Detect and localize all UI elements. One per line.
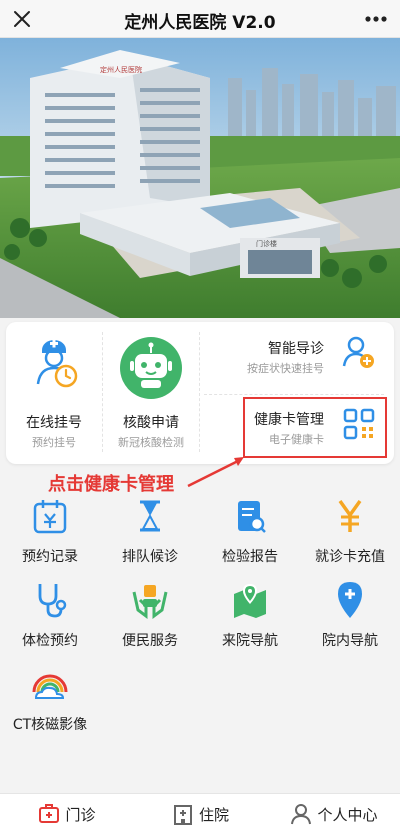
service-label: 排队候诊 — [122, 549, 178, 565]
annotation-text: 点击健康卡管理 — [48, 474, 174, 495]
location-plus-icon — [338, 582, 362, 618]
stethoscope-icon — [38, 584, 67, 618]
hospital-icon — [173, 805, 192, 825]
smart-guide-sub: 按症状快速挂号 — [247, 362, 324, 375]
pointer-arrow-icon — [187, 457, 244, 488]
service-checkup[interactable]: 体检预约 — [0, 580, 100, 650]
top-bar: 定州人民医院 V2.0 — [0, 0, 400, 38]
robot-icon — [120, 337, 182, 399]
service-label: 便民服务 — [122, 633, 178, 649]
smart-guide-label: 智能导诊 — [268, 341, 324, 357]
nucleic-test-sub: 新冠核酸检测 — [118, 436, 184, 449]
hands-box-icon — [132, 585, 168, 619]
nucleic-test-tile[interactable]: 核酸申请 新冠核酸检测 — [103, 322, 199, 464]
tab-label: 个人中心 — [317, 805, 378, 824]
entrance-sign-text: 门诊楼 — [256, 239, 277, 248]
service-queue[interactable]: 排队候诊 — [100, 496, 200, 566]
smart-guide-tile[interactable]: 智能导诊 按症状快速挂号 — [200, 322, 394, 394]
service-appointment-record[interactable]: 预约记录 — [0, 496, 100, 566]
service-indoor-nav[interactable]: 院内导航 — [300, 580, 400, 650]
hourglass-icon — [140, 500, 160, 532]
service-directions[interactable]: 来院导航 — [200, 580, 300, 650]
online-register-sub: 预约挂号 — [32, 436, 76, 449]
rainbow-cloud-icon — [32, 674, 68, 699]
nucleic-test-label: 核酸申请 — [123, 415, 179, 431]
service-ct-imaging[interactable]: CT核磁影像 — [0, 664, 100, 734]
map-pin-icon — [234, 584, 266, 618]
tab-label: 住院 — [198, 805, 229, 824]
clinic-icon — [39, 804, 60, 823]
service-card-recharge[interactable]: 就诊卡充值 — [300, 496, 400, 566]
service-label: CT核磁影像 — [12, 717, 88, 733]
bottom-tab-bar: 门诊 住院 个人中心 — [0, 793, 400, 833]
online-register-label: 在线挂号 — [26, 415, 82, 431]
tab-profile[interactable]: 个人中心 — [267, 794, 400, 833]
service-label: 院内导航 — [322, 633, 378, 649]
online-register-tile[interactable]: 在线挂号 预约挂号 — [6, 322, 102, 464]
hospital-banner-image: 定州人民医院 门诊楼 — [0, 38, 400, 318]
service-label: 预约记录 — [22, 549, 78, 565]
service-label: 检验报告 — [222, 549, 278, 565]
page-title: 定州人民医院 V2.0 — [124, 13, 276, 33]
more-icon[interactable] — [362, 6, 390, 32]
tab-inpatient[interactable]: 住院 — [133, 794, 267, 833]
report-icon — [238, 501, 266, 533]
yuan-icon — [338, 499, 362, 532]
service-label: 来院导航 — [222, 633, 278, 649]
hospital-sign-text: 定州人民医院 — [100, 65, 142, 74]
highlight-box — [243, 397, 387, 458]
tab-clinic[interactable]: 门诊 — [0, 794, 133, 833]
service-convenience[interactable]: 便民服务 — [100, 580, 200, 650]
tab-label: 门诊 — [65, 805, 96, 824]
service-label: 就诊卡充值 — [315, 549, 385, 565]
service-label: 体检预约 — [22, 633, 78, 649]
person-plus-icon — [342, 336, 374, 368]
doctor-clock-icon — [36, 339, 78, 388]
service-lab-report[interactable]: 检验报告 — [200, 496, 300, 566]
calendar-icon — [33, 500, 67, 534]
user-icon — [291, 804, 312, 825]
